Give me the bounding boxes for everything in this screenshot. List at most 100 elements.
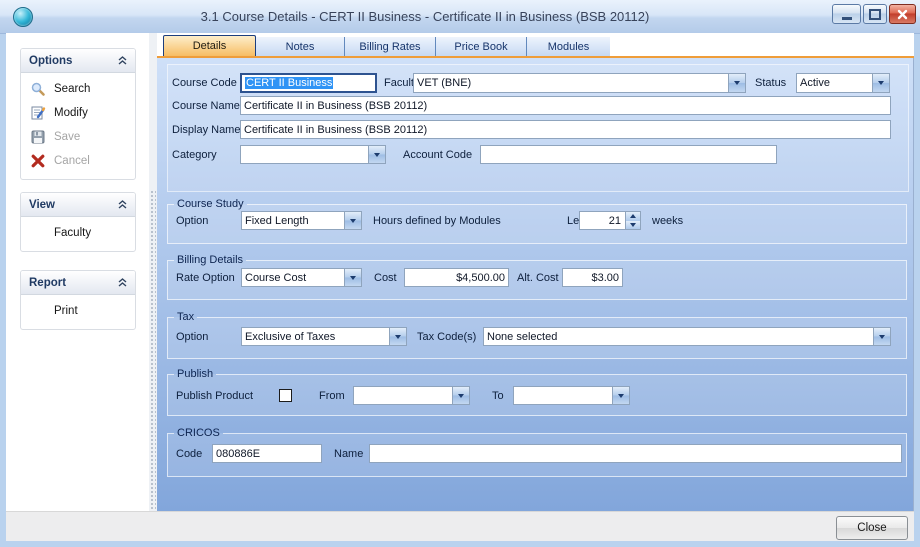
weeks-label: weeks bbox=[652, 215, 683, 227]
save-icon bbox=[30, 129, 46, 145]
sidebar-item-label: Modify bbox=[54, 107, 88, 119]
cricos-code-label: Code bbox=[176, 448, 202, 460]
status-select[interactable]: Active bbox=[796, 73, 890, 93]
collapse-chevron-icon bbox=[118, 56, 127, 65]
sidebar-item-save[interactable]: Save bbox=[21, 125, 135, 149]
spin-down-icon[interactable] bbox=[626, 221, 640, 230]
tab-modules[interactable]: Modules bbox=[527, 37, 610, 56]
course-code-input[interactable]: CERT II Business bbox=[240, 73, 377, 93]
maximize-icon bbox=[869, 9, 881, 20]
account-code-input[interactable] bbox=[480, 145, 777, 164]
cost-value: $4,500.00 bbox=[456, 272, 505, 284]
tab-label: Details bbox=[193, 40, 227, 52]
alt-cost-input[interactable]: $3.00 bbox=[562, 268, 623, 287]
close-button[interactable]: Close bbox=[836, 516, 908, 540]
chevron-down-icon[interactable] bbox=[612, 387, 629, 404]
collapse-chevron-icon bbox=[118, 200, 127, 209]
tab-price-book[interactable]: Price Book bbox=[436, 37, 527, 56]
cricos-legend: CRICOS bbox=[174, 427, 223, 439]
sidebar-item-label: Faculty bbox=[54, 227, 91, 239]
report-panel-header[interactable]: Report bbox=[21, 271, 135, 295]
tax-codes-select[interactable]: None selected bbox=[483, 327, 891, 346]
cricos-code-input[interactable]: 080886E bbox=[212, 444, 322, 463]
search-icon bbox=[30, 81, 46, 97]
course-study-option-value: Fixed Length bbox=[242, 215, 344, 227]
publish-from-select[interactable] bbox=[353, 386, 470, 405]
publish-product-label: Publish Product bbox=[176, 390, 253, 402]
tax-option-select[interactable]: Exclusive of Taxes bbox=[241, 327, 407, 346]
close-window-button[interactable] bbox=[889, 4, 916, 24]
length-stepper[interactable]: 21 bbox=[579, 211, 641, 230]
course-study-legend: Course Study bbox=[174, 198, 247, 210]
publish-to-select[interactable] bbox=[513, 386, 630, 405]
publish-to-label: To bbox=[492, 390, 504, 402]
tab-billing-rates[interactable]: Billing Rates bbox=[345, 37, 436, 56]
sidebar-item-label: Cancel bbox=[54, 155, 90, 167]
publish-from-label: From bbox=[319, 390, 345, 402]
title-bar: 3.1 Course Details - CERT II Business - … bbox=[0, 0, 920, 34]
chevron-down-icon[interactable] bbox=[728, 74, 745, 92]
footer-bar: Close bbox=[6, 511, 914, 541]
sidebar-splitter[interactable] bbox=[149, 33, 157, 511]
app-icon bbox=[13, 7, 33, 27]
publish-product-checkbox[interactable] bbox=[279, 389, 292, 402]
rate-option-label: Rate Option bbox=[176, 272, 235, 284]
course-code-value: CERT II Business bbox=[245, 77, 333, 89]
cricos-name-label: Name bbox=[334, 448, 363, 460]
window-title: 3.1 Course Details - CERT II Business - … bbox=[40, 0, 810, 33]
billing-details-legend: Billing Details bbox=[174, 254, 246, 266]
status-label: Status bbox=[755, 77, 786, 89]
options-panel-header[interactable]: Options bbox=[21, 49, 135, 73]
course-study-group: Course Study Option Fixed Length Hours d… bbox=[167, 198, 907, 244]
course-study-option-select[interactable]: Fixed Length bbox=[241, 211, 362, 230]
course-name-value: Certificate II in Business (BSB 20112) bbox=[244, 100, 427, 112]
tab-details[interactable]: Details bbox=[163, 35, 256, 56]
chevron-down-icon[interactable] bbox=[873, 328, 890, 345]
tax-codes-value: None selected bbox=[484, 331, 873, 343]
rate-option-select[interactable]: Course Cost bbox=[241, 268, 362, 287]
view-panel: View Faculty bbox=[20, 192, 136, 252]
sidebar-item-label: Save bbox=[54, 131, 80, 143]
publish-group: Publish Publish Product From To bbox=[167, 368, 907, 416]
publish-legend: Publish bbox=[174, 368, 216, 380]
chevron-down-icon[interactable] bbox=[452, 387, 469, 404]
view-panel-title: View bbox=[29, 199, 55, 211]
cost-input[interactable]: $4,500.00 bbox=[404, 268, 509, 287]
alt-cost-label: Alt. Cost bbox=[517, 272, 559, 284]
display-name-input[interactable]: Certificate II in Business (BSB 20112) bbox=[240, 120, 891, 139]
maximize-button[interactable] bbox=[863, 4, 887, 24]
tab-label: Price Book bbox=[454, 41, 507, 53]
sidebar-item-print[interactable]: Print bbox=[21, 299, 135, 323]
spin-up-icon[interactable] bbox=[626, 212, 640, 221]
display-name-label: Display Name bbox=[172, 124, 240, 136]
chevron-down-icon[interactable] bbox=[344, 269, 361, 286]
category-select[interactable] bbox=[240, 145, 386, 164]
sidebar-item-modify[interactable]: Modify bbox=[21, 101, 135, 125]
display-name-value: Certificate II in Business (BSB 20112) bbox=[244, 124, 427, 136]
chevron-down-icon[interactable] bbox=[872, 74, 889, 92]
sidebar-item-faculty[interactable]: Faculty bbox=[21, 221, 135, 245]
options-panel: Options Search Modify Save Cancel bbox=[20, 48, 136, 180]
splitter-grip bbox=[150, 190, 156, 510]
cricos-name-input[interactable] bbox=[369, 444, 902, 463]
chevron-down-icon[interactable] bbox=[389, 328, 406, 345]
course-name-input[interactable]: Certificate II in Business (BSB 20112) bbox=[240, 96, 891, 115]
tab-notes[interactable]: Notes bbox=[256, 37, 345, 56]
length-value: 21 bbox=[580, 212, 625, 229]
view-panel-header[interactable]: View bbox=[21, 193, 135, 217]
report-panel: Report Print bbox=[20, 270, 136, 330]
report-panel-title: Report bbox=[29, 277, 66, 289]
sidebar-item-label: Search bbox=[54, 83, 90, 95]
sidebar-item-search[interactable]: Search bbox=[21, 77, 135, 101]
faculty-select[interactable]: VET (BNE) bbox=[413, 73, 746, 93]
tab-label: Billing Rates bbox=[359, 41, 420, 53]
sidebar-item-cancel[interactable]: Cancel bbox=[21, 149, 135, 173]
close-button-label: Close bbox=[857, 522, 886, 534]
minimize-button[interactable] bbox=[832, 4, 861, 24]
chevron-down-icon[interactable] bbox=[344, 212, 361, 229]
course-details-window: 3.1 Course Details - CERT II Business - … bbox=[0, 0, 920, 547]
cricos-group: CRICOS Code 080886E Name bbox=[167, 427, 907, 477]
chevron-down-icon[interactable] bbox=[368, 146, 385, 163]
category-label: Category bbox=[172, 149, 217, 161]
tax-codes-label: Tax Code(s) bbox=[417, 331, 476, 343]
